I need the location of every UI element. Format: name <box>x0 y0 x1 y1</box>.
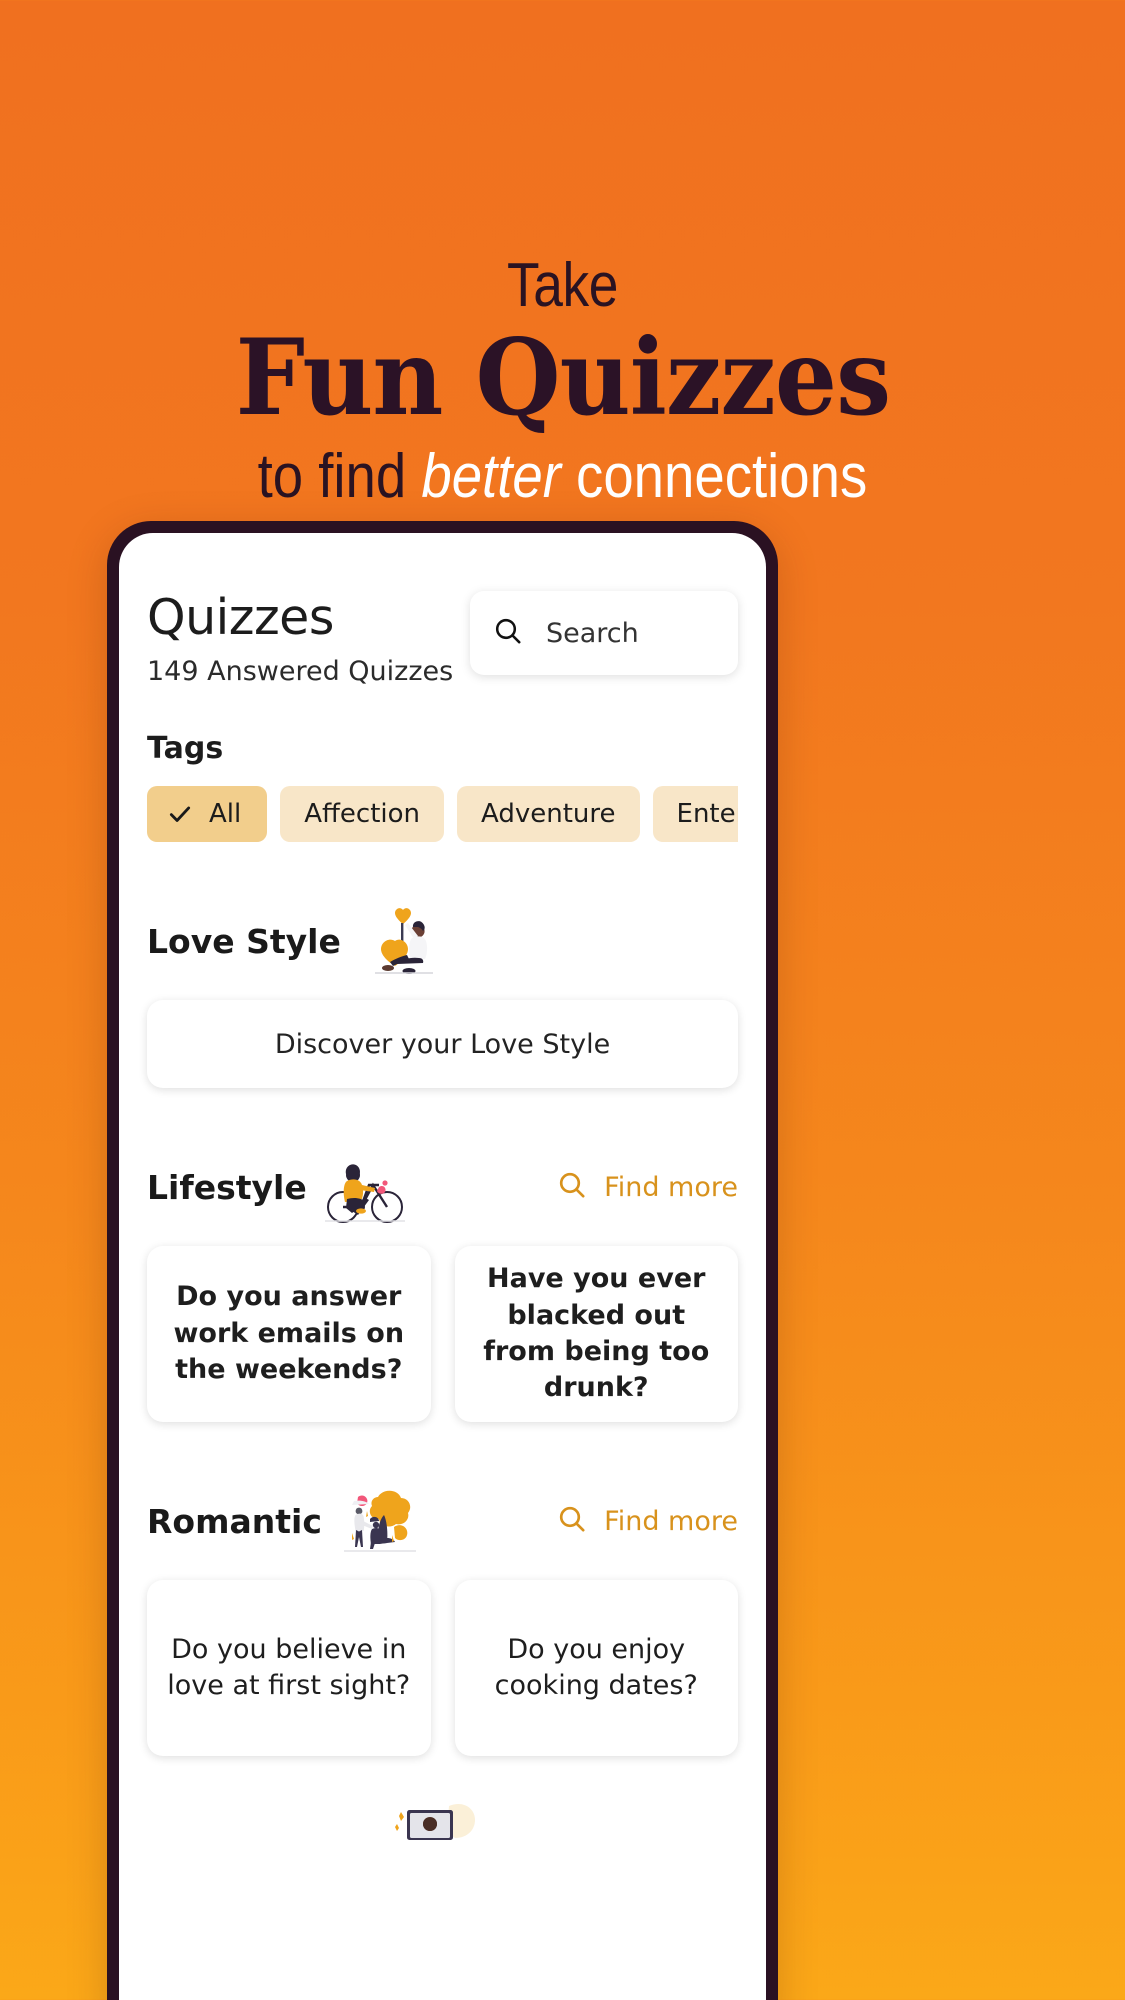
quiz-card[interactable]: Do you answer work emails on the weekend… <box>147 1246 431 1422</box>
tags-filter-row[interactable]: All Affection Adventure Entertainment <box>147 786 738 842</box>
tag-label-affection: Affection <box>304 799 421 829</box>
tag-pill-all[interactable]: All <box>147 786 268 842</box>
find-more-lifestyle-label: Find more <box>604 1171 738 1203</box>
discover-love-style-button[interactable]: Discover your Love Style <box>147 1000 738 1088</box>
couple-under-tree-illustration <box>332 1483 424 1559</box>
search-icon <box>556 1169 588 1205</box>
find-more-romantic-label: Find more <box>604 1505 738 1537</box>
hero-headline-line1: Take <box>507 251 618 321</box>
page-title: Quizzes <box>147 589 334 646</box>
section-header-romantic: Romantic Find more <box>147 1484 738 1558</box>
next-section-illustration <box>147 1802 738 1842</box>
quiz-card-row-lifestyle: Do you answer work emails on the weekend… <box>147 1246 738 1422</box>
search-icon <box>492 615 524 651</box>
hero-line3-suffix: connections <box>560 441 868 511</box>
find-more-lifestyle-button[interactable]: Find more <box>556 1169 738 1205</box>
quiz-question: Do you answer work emails on the weekend… <box>173 1281 405 1386</box>
hero-headline-line3: to find better connections <box>258 441 868 512</box>
hero-banner: Take Fun Quizzes to find better connecti… <box>0 0 1125 530</box>
quiz-question: Have you ever blacked out from being too… <box>483 1263 710 1404</box>
check-icon <box>167 801 193 827</box>
quiz-card[interactable]: Do you believe in love at first sight? <box>147 1580 431 1756</box>
section-header-lifestyle: Lifestyle Find more <box>147 1150 738 1224</box>
quiz-question: Do you believe in love at first sight? <box>167 1633 411 1701</box>
section-header-love-style: Love Style <box>147 904 738 978</box>
find-more-romantic-button[interactable]: Find more <box>556 1503 738 1539</box>
search-input[interactable]: Search <box>470 591 738 675</box>
person-on-bicycle-illustration <box>317 1149 409 1225</box>
tag-label-all: All <box>209 799 242 829</box>
phone-mockup-frame: Quizzes 149 Answered Quizzes Search Tags <box>107 521 778 2000</box>
person-with-hearts-illustration <box>351 903 443 979</box>
tag-label-entertainment: Entertainment <box>676 799 738 829</box>
discover-love-style-label: Discover your Love Style <box>274 1028 611 1060</box>
tag-pill-entertainment[interactable]: Entertainment <box>652 786 738 842</box>
answered-quizzes-count: 149 Answered Quizzes <box>147 656 454 687</box>
tag-pill-adventure[interactable]: Adventure <box>457 786 640 842</box>
search-icon <box>556 1503 588 1539</box>
hero-line3-emphasis: better <box>421 441 561 511</box>
tags-section-label: Tags <box>147 731 224 766</box>
tag-pill-affection[interactable]: Affection <box>280 786 445 842</box>
quiz-card[interactable]: Do you enjoy cooking dates? <box>454 1580 738 1756</box>
phone-screen: Quizzes 149 Answered Quizzes Search Tags <box>119 533 766 2000</box>
quiz-card-row-romantic: Do you believe in love at first sight? D… <box>147 1580 738 1756</box>
section-title-love-style: Love Style <box>147 921 341 961</box>
quiz-card[interactable]: Have you ever blacked out from being too… <box>454 1246 738 1422</box>
quiz-question: Do you enjoy cooking dates? <box>494 1633 698 1701</box>
title-block: Quizzes 149 Answered Quizzes <box>147 589 453 687</box>
hero-line3-prefix: to find <box>257 441 422 511</box>
section-title-lifestyle: Lifestyle <box>147 1167 307 1207</box>
tag-label-adventure: Adventure <box>481 799 616 829</box>
hero-headline-line2: Fun Quizzes <box>235 315 890 440</box>
section-title-romantic: Romantic <box>147 1501 322 1541</box>
app-header: Quizzes 149 Answered Quizzes Search <box>147 589 738 687</box>
search-placeholder-text: Search <box>546 617 639 649</box>
